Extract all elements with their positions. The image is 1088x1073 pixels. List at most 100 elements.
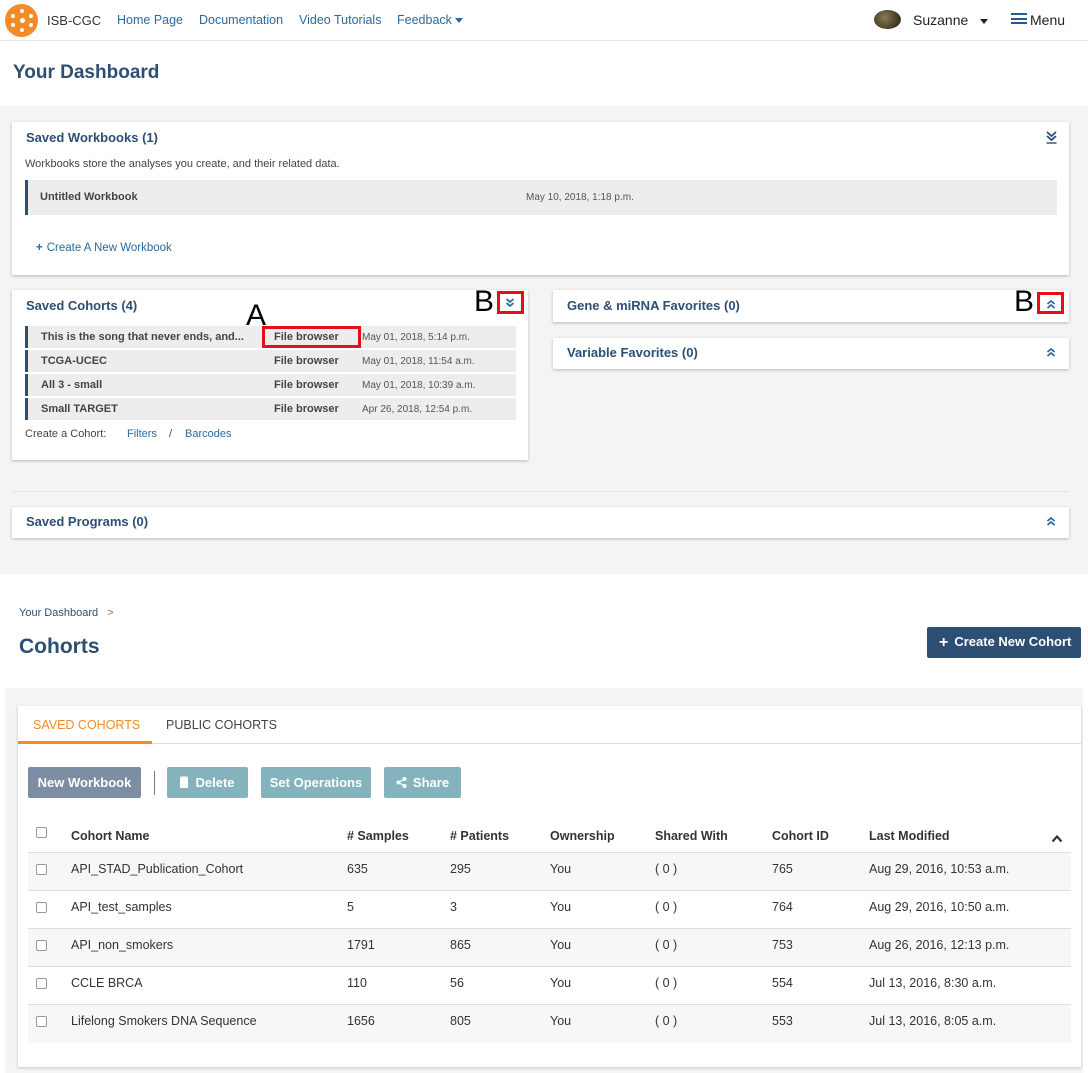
tab-saved-cohorts[interactable]: SAVED COHORTS bbox=[33, 718, 140, 732]
nav-documentation[interactable]: Documentation bbox=[199, 13, 283, 27]
cell-samples: 5 bbox=[347, 900, 354, 914]
double-chevron-down-icon[interactable] bbox=[1046, 131, 1057, 144]
isb-cgc-logo-icon[interactable] bbox=[5, 4, 38, 37]
top-navbar: ISB-CGC Home Page Documentation Video Tu… bbox=[0, 0, 1088, 41]
row-checkbox[interactable] bbox=[36, 902, 47, 913]
cohort-date: May 01, 2018, 10:39 a.m. bbox=[362, 380, 476, 391]
user-menu[interactable]: Suzanne bbox=[913, 12, 989, 28]
cohort-date: Apr 26, 2018, 12:54 p.m. bbox=[362, 404, 473, 415]
workbooks-description: Workbooks store the analyses you create,… bbox=[25, 158, 340, 170]
workbook-date: May 10, 2018, 1:18 p.m. bbox=[526, 192, 634, 203]
trash-icon bbox=[180, 778, 189, 788]
cell-cohort-name[interactable]: API_non_smokers bbox=[71, 938, 173, 952]
cell-patients: 865 bbox=[450, 938, 471, 952]
share-label: Share bbox=[412, 774, 450, 790]
cohort-name[interactable]: All 3 - small bbox=[41, 379, 102, 391]
select-all-checkbox[interactable] bbox=[36, 827, 47, 838]
cell-shared-with[interactable]: ( 0 ) bbox=[655, 862, 677, 876]
cell-patients: 56 bbox=[450, 976, 464, 990]
row-divider bbox=[28, 890, 1071, 891]
delete-button[interactable]: Delete bbox=[167, 767, 248, 798]
avatar[interactable] bbox=[874, 10, 901, 29]
share-button[interactable]: Share bbox=[384, 767, 461, 798]
plus-icon: + bbox=[939, 633, 949, 651]
page-title: Your Dashboard bbox=[13, 62, 160, 83]
column-header-cohort-name[interactable]: Cohort Name bbox=[71, 829, 149, 843]
breadcrumb-dashboard-link[interactable]: Your Dashboard bbox=[19, 607, 98, 619]
column-header-shared-with[interactable]: Shared With bbox=[655, 829, 728, 843]
row-checkbox[interactable] bbox=[36, 864, 47, 875]
double-chevron-up-icon[interactable] bbox=[1046, 347, 1056, 357]
cell-shared-with[interactable]: ( 0 ) bbox=[655, 938, 677, 952]
column-header-ownership[interactable]: Ownership bbox=[550, 829, 615, 843]
cell-cohort-id: 764 bbox=[772, 900, 793, 914]
breadcrumb-separator: > bbox=[107, 607, 114, 619]
annotation-label-b: B bbox=[1014, 285, 1035, 318]
annotation-box-a bbox=[262, 326, 361, 348]
nav-feedback[interactable]: Feedback bbox=[397, 13, 463, 27]
nav-home-page[interactable]: Home Page bbox=[117, 13, 183, 27]
cohort-name[interactable]: This is the song that never ends, and... bbox=[41, 331, 244, 343]
cell-patients: 295 bbox=[450, 862, 471, 876]
annotation-label-b: B bbox=[474, 285, 495, 318]
cell-cohort-name[interactable]: API_test_samples bbox=[71, 900, 172, 914]
saved-cohorts-title[interactable]: Saved Cohorts (4) bbox=[26, 298, 137, 313]
column-header-cohort-id[interactable]: Cohort ID bbox=[772, 829, 829, 843]
chevron-up-icon[interactable] bbox=[1051, 830, 1063, 848]
row-checkbox[interactable] bbox=[36, 940, 47, 951]
cell-cohort-name[interactable]: Lifelong Smokers DNA Sequence bbox=[71, 1014, 257, 1028]
cohort-name[interactable]: TCGA-UCEC bbox=[41, 355, 107, 367]
cell-cohort-id: 765 bbox=[772, 862, 793, 876]
row-divider bbox=[28, 852, 1071, 853]
cell-last-modified: Aug 29, 2016, 10:50 a.m. bbox=[869, 900, 1010, 914]
column-header-patients[interactable]: # Patients bbox=[450, 829, 509, 843]
row-divider bbox=[28, 928, 1071, 929]
nav-video-tutorials[interactable]: Video Tutorials bbox=[299, 13, 381, 27]
caret-down-icon bbox=[454, 18, 463, 24]
cell-ownership: You bbox=[550, 1014, 572, 1028]
file-browser-link[interactable]: File browser bbox=[274, 355, 339, 367]
gene-favorites-title[interactable]: Gene & miRNA Favorites (0) bbox=[567, 298, 740, 313]
new-workbook-button[interactable]: New Workbook bbox=[28, 767, 141, 798]
cell-ownership: You bbox=[550, 900, 572, 914]
column-header-last-modified[interactable]: Last Modified bbox=[869, 829, 950, 843]
caret-down-icon bbox=[980, 18, 989, 24]
file-browser-link[interactable]: File browser bbox=[274, 403, 339, 415]
workbook-name[interactable]: Untitled Workbook bbox=[40, 191, 138, 203]
saved-programs-title[interactable]: Saved Programs (0) bbox=[26, 514, 148, 529]
toolbar-divider bbox=[154, 771, 155, 795]
set-operations-button[interactable]: Set Operations bbox=[261, 767, 371, 798]
cell-cohort-name[interactable]: API_STAD_Publication_Cohort bbox=[71, 862, 243, 876]
cohort-name[interactable]: Small TARGET bbox=[41, 403, 118, 415]
cell-samples: 1791 bbox=[347, 938, 375, 952]
cell-cohort-name[interactable]: CCLE BRCA bbox=[71, 976, 143, 990]
double-chevron-up-icon[interactable] bbox=[1046, 516, 1056, 526]
cell-patients: 3 bbox=[450, 900, 457, 914]
create-workbook-label: Create A New Workbook bbox=[46, 242, 172, 254]
brand-name[interactable]: ISB-CGC bbox=[47, 13, 101, 28]
saved-workbooks-title[interactable]: Saved Workbooks (1) bbox=[26, 130, 158, 145]
cell-patients: 805 bbox=[450, 1014, 471, 1028]
barcodes-link[interactable]: Barcodes bbox=[185, 428, 231, 440]
nav-feedback-label: Feedback bbox=[397, 13, 452, 27]
cell-samples: 110 bbox=[347, 976, 367, 990]
cell-last-modified: Jul 13, 2016, 8:30 a.m. bbox=[869, 976, 997, 990]
cell-ownership: You bbox=[550, 862, 572, 876]
row-checkbox[interactable] bbox=[36, 978, 47, 989]
cell-shared-with[interactable]: ( 0 ) bbox=[655, 1014, 677, 1028]
variable-favorites-title[interactable]: Variable Favorites (0) bbox=[567, 345, 698, 360]
tab-public-cohorts[interactable]: PUBLIC COHORTS bbox=[166, 718, 277, 732]
menu-button[interactable]: Menu bbox=[1011, 12, 1065, 28]
file-browser-link[interactable]: File browser bbox=[274, 379, 339, 391]
create-cohort-label: Create a Cohort: bbox=[25, 428, 107, 440]
annotation-box-b bbox=[497, 291, 524, 314]
breadcrumb: Your Dashboard > bbox=[19, 607, 114, 619]
cell-shared-with[interactable]: ( 0 ) bbox=[655, 976, 677, 990]
column-header-samples[interactable]: # Samples bbox=[347, 829, 409, 843]
filters-link[interactable]: Filters bbox=[127, 428, 157, 440]
create-new-cohort-button[interactable]: + Create New Cohort bbox=[927, 627, 1081, 658]
cohort-date: May 01, 2018, 11:54 a.m. bbox=[362, 356, 475, 367]
cell-shared-with[interactable]: ( 0 ) bbox=[655, 900, 677, 914]
create-workbook-link[interactable]: + Create A New Workbook bbox=[36, 242, 172, 254]
row-checkbox[interactable] bbox=[36, 1016, 47, 1027]
